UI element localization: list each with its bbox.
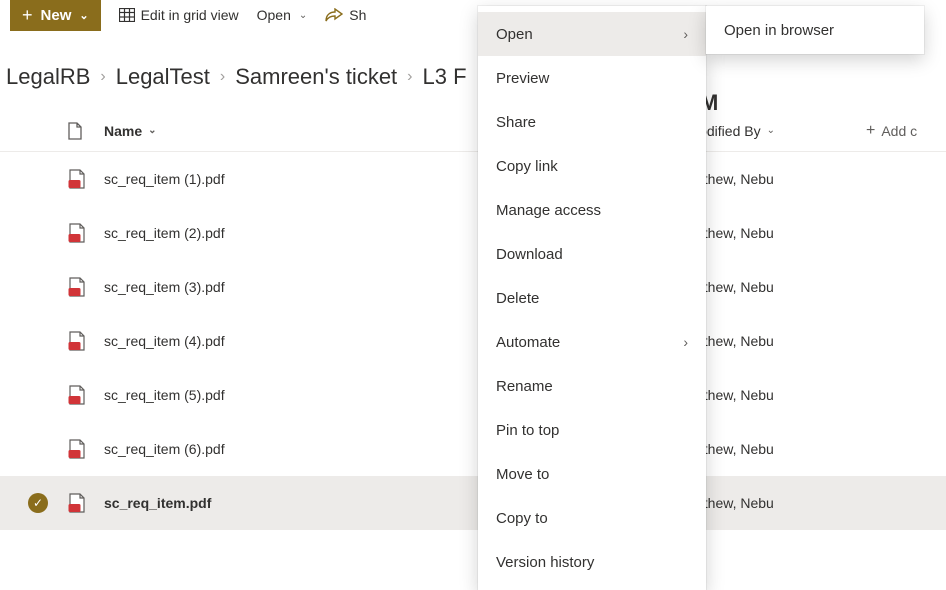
chevron-down-icon: ⌄: [148, 125, 156, 136]
column-type-icon: [68, 122, 104, 140]
table-row[interactable]: sc_req_item (4).pdf athew, Nebu: [0, 314, 946, 368]
plus-icon: +: [22, 6, 33, 24]
pdf-icon: [68, 385, 104, 405]
menu-item-delete[interactable]: Delete: [478, 276, 706, 320]
menu-item-label: Rename: [496, 378, 553, 395]
menu-item-label: Manage access: [496, 202, 601, 219]
context-menu: Open › Preview Share Copy link Manage access D…: [478, 6, 706, 590]
menu-item-label: Open: [496, 26, 533, 43]
column-name-label: Name: [104, 123, 142, 139]
table-row[interactable]: ✓sc_req_item.pdf⋮athew, Nebu: [0, 476, 946, 530]
chevron-down-icon: ⌄: [767, 125, 775, 136]
breadcrumb-item[interactable]: L3 F: [423, 64, 467, 90]
modified-by-cell: athew, Nebu: [696, 441, 866, 457]
modified-by-cell: athew, Nebu: [696, 495, 866, 511]
modified-by-cell: athew, Nebu: [696, 333, 866, 349]
menu-item-manage-access[interactable]: Manage access: [478, 188, 706, 232]
row-checkbox[interactable]: ✓: [28, 493, 68, 513]
menu-item-label: Preview: [496, 70, 549, 87]
modified-by-cell: athew, Nebu: [696, 279, 866, 295]
chevron-right-icon: ›: [100, 68, 105, 86]
menu-item-label: Copy link: [496, 158, 558, 175]
menu-item-move-to[interactable]: Move to: [478, 452, 706, 496]
new-button-label: New: [41, 7, 72, 24]
edit-grid-label: Edit in grid view: [141, 7, 239, 23]
menu-item-open[interactable]: Open ›: [478, 12, 706, 56]
breadcrumb-item[interactable]: LegalRB: [6, 64, 90, 90]
edit-grid-button[interactable]: Edit in grid view: [119, 7, 239, 23]
file-name-label: sc_req_item.pdf: [104, 495, 211, 511]
menu-item-label: Automate: [496, 334, 560, 351]
share-button[interactable]: Sh: [325, 7, 366, 23]
share-icon: [325, 8, 343, 22]
column-modified-by-header[interactable]: lodified By ⌄: [696, 123, 866, 139]
chevron-down-icon: ⌄: [79, 9, 88, 22]
new-button[interactable]: + New ⌄: [10, 0, 101, 31]
menu-item-label: Move to: [496, 466, 549, 483]
modified-by-cell: athew, Nebu: [696, 225, 866, 241]
menu-item-label: Share: [496, 114, 536, 131]
menu-item-label: Copy to: [496, 510, 548, 527]
menu-item-preview[interactable]: Preview: [478, 56, 706, 100]
file-name-label: sc_req_item (2).pdf: [104, 225, 225, 241]
modified-by-cell: athew, Nebu: [696, 387, 866, 403]
grid-icon: [119, 8, 135, 22]
breadcrumb-item[interactable]: LegalTest: [116, 64, 210, 90]
menu-item-label: Download: [496, 246, 563, 263]
menu-item-label: Delete: [496, 290, 539, 307]
submenu-item-label: Open in browser: [724, 22, 834, 39]
menu-item-automate[interactable]: Automate ›: [478, 320, 706, 364]
menu-item-label: Version history: [496, 554, 594, 571]
table-row[interactable]: sc_req_item (6).pdf athew, Nebu: [0, 422, 946, 476]
checkmark-icon: ✓: [28, 493, 48, 513]
pdf-icon: [68, 277, 104, 297]
submenu-item-open-in-browser[interactable]: Open in browser: [706, 10, 924, 50]
menu-item-rename[interactable]: Rename: [478, 364, 706, 408]
menu-item-pin-to-top[interactable]: Pin to top: [478, 408, 706, 452]
table-row[interactable]: sc_req_item (1).pdf athew, Nebu: [0, 152, 946, 206]
chevron-right-icon: ›: [407, 68, 412, 86]
add-column-label: Add c: [881, 123, 917, 139]
modified-by-cell: athew, Nebu: [696, 171, 866, 187]
share-label: Sh: [349, 7, 366, 23]
menu-item-copy-to[interactable]: Copy to: [478, 496, 706, 540]
menu-item-share[interactable]: Share: [478, 100, 706, 144]
file-name-label: sc_req_item (4).pdf: [104, 333, 225, 349]
context-submenu: Open in browser: [706, 6, 924, 54]
pdf-icon: [68, 439, 104, 459]
open-label: Open: [257, 7, 291, 23]
file-name-label: sc_req_item (3).pdf: [104, 279, 225, 295]
menu-item-copy-link[interactable]: Copy link: [478, 144, 706, 188]
pdf-icon: [68, 169, 104, 189]
file-name-label: sc_req_item (5).pdf: [104, 387, 225, 403]
file-name-label: sc_req_item (6).pdf: [104, 441, 225, 457]
file-name-label: sc_req_item (1).pdf: [104, 171, 225, 187]
add-column-button[interactable]: + Add c: [866, 122, 946, 140]
chevron-right-icon: ›: [220, 68, 225, 86]
chevron-right-icon: ›: [683, 26, 688, 42]
menu-item-version-history[interactable]: Version history: [478, 540, 706, 584]
file-list: sc_req_item (1).pdfathew, Nebusc_req_ite…: [0, 152, 946, 530]
chevron-down-icon: ⌄: [299, 10, 307, 21]
pdf-icon: [68, 223, 104, 243]
menu-item-download[interactable]: Download: [478, 232, 706, 276]
chevron-right-icon: ›: [683, 334, 688, 350]
table-header: Name ⌄ lodified By ⌄ + Add c: [0, 110, 946, 152]
pdf-icon: [68, 493, 104, 513]
pdf-icon: [68, 331, 104, 351]
menu-item-label: Pin to top: [496, 422, 559, 439]
table-row[interactable]: sc_req_item (5).pdf athew, Nebu: [0, 368, 946, 422]
table-row[interactable]: sc_req_item (3).pdf athew, Nebu: [0, 260, 946, 314]
breadcrumb-item[interactable]: Samreen's ticket: [235, 64, 397, 90]
plus-icon: +: [866, 122, 875, 140]
open-dropdown[interactable]: Open ⌄: [257, 7, 308, 23]
table-row[interactable]: sc_req_item (2).pdf athew, Nebu: [0, 206, 946, 260]
